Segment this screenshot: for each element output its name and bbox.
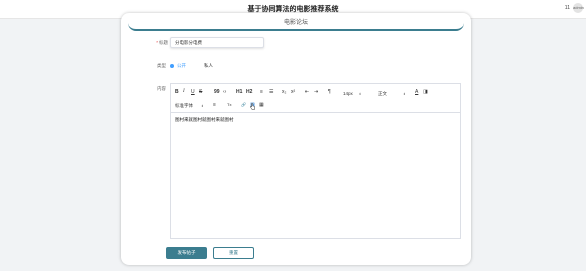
submit-post-button[interactable]: 发布帖子 bbox=[166, 247, 207, 259]
content-label: 内容 bbox=[157, 86, 166, 91]
pointer-hand-icon bbox=[250, 103, 255, 110]
font-color-icon[interactable]: A bbox=[415, 89, 418, 95]
h2-button[interactable]: H2 bbox=[246, 89, 252, 95]
card-title: 电影论坛 bbox=[283, 20, 308, 26]
radio-dot-icon bbox=[197, 64, 201, 68]
editor-content[interactable]: 图村来就图村就图村来就图村 bbox=[175, 117, 234, 123]
h1-button[interactable]: H1 bbox=[236, 89, 242, 95]
radio-public-label: 公开 bbox=[177, 63, 186, 68]
caret-icon: ⇕ bbox=[403, 92, 406, 96]
font-select[interactable]: 标准字体 ⇕ bbox=[175, 103, 204, 109]
type-label: 类型 bbox=[157, 63, 166, 68]
caret-icon: ⇕ bbox=[201, 104, 204, 108]
topbar-number[interactable]: 11 bbox=[565, 5, 570, 11]
indent-icon[interactable]: ⇥ bbox=[314, 89, 318, 95]
title-input[interactable]: 分电影分电费 bbox=[170, 37, 264, 48]
direction-icon[interactable]: ¶ bbox=[328, 89, 331, 95]
code-button[interactable]: ‹› bbox=[223, 89, 226, 95]
strike-button[interactable]: S bbox=[199, 89, 202, 95]
radio-private[interactable]: 私人 bbox=[197, 63, 213, 69]
bold-button[interactable]: B bbox=[175, 89, 179, 95]
required-mark: * bbox=[156, 40, 158, 45]
reset-button[interactable]: 重置 bbox=[213, 247, 254, 259]
ordered-list-icon[interactable]: ≡ bbox=[260, 89, 263, 95]
link-icon[interactable]: 🔗 bbox=[241, 102, 246, 108]
italic-button[interactable]: I bbox=[183, 89, 185, 95]
rich-text-editor: B I U S 99 ‹› H1 H2 ≡ ☰ x₂ x² ⇤ ⇥ ¶ 14px… bbox=[170, 83, 461, 239]
align-icon[interactable]: ≡ bbox=[213, 102, 216, 108]
radio-public[interactable]: 公开 bbox=[170, 63, 186, 69]
clean-format-icon[interactable]: Tx bbox=[227, 102, 231, 108]
caret-icon: ⇕ bbox=[358, 92, 362, 96]
editor-toolbar: B I U S 99 ‹› H1 H2 ≡ ☰ x₂ x² ⇤ ⇥ ¶ 14px… bbox=[171, 84, 460, 113]
video-icon[interactable]: ▦ bbox=[259, 102, 264, 108]
title-label: *标题 bbox=[156, 40, 168, 45]
bullet-list-icon[interactable]: ☰ bbox=[269, 89, 273, 95]
background-color-icon[interactable]: ◨ bbox=[423, 89, 428, 95]
underline-button[interactable]: U bbox=[191, 89, 195, 95]
blockquote-button[interactable]: 99 bbox=[214, 89, 220, 95]
user-avatar[interactable]: admin bbox=[573, 3, 584, 13]
radio-dot-icon bbox=[170, 64, 174, 68]
size-select[interactable]: 14px ⇕ bbox=[343, 91, 361, 97]
radio-private-label: 私人 bbox=[204, 63, 213, 68]
subscript-button[interactable]: x₂ bbox=[282, 89, 286, 95]
header-select[interactable]: 正文 ⇕ bbox=[378, 91, 406, 97]
outdent-icon[interactable]: ⇤ bbox=[305, 89, 309, 95]
superscript-button[interactable]: x² bbox=[291, 89, 295, 95]
card-header: 电影论坛 bbox=[128, 13, 464, 31]
